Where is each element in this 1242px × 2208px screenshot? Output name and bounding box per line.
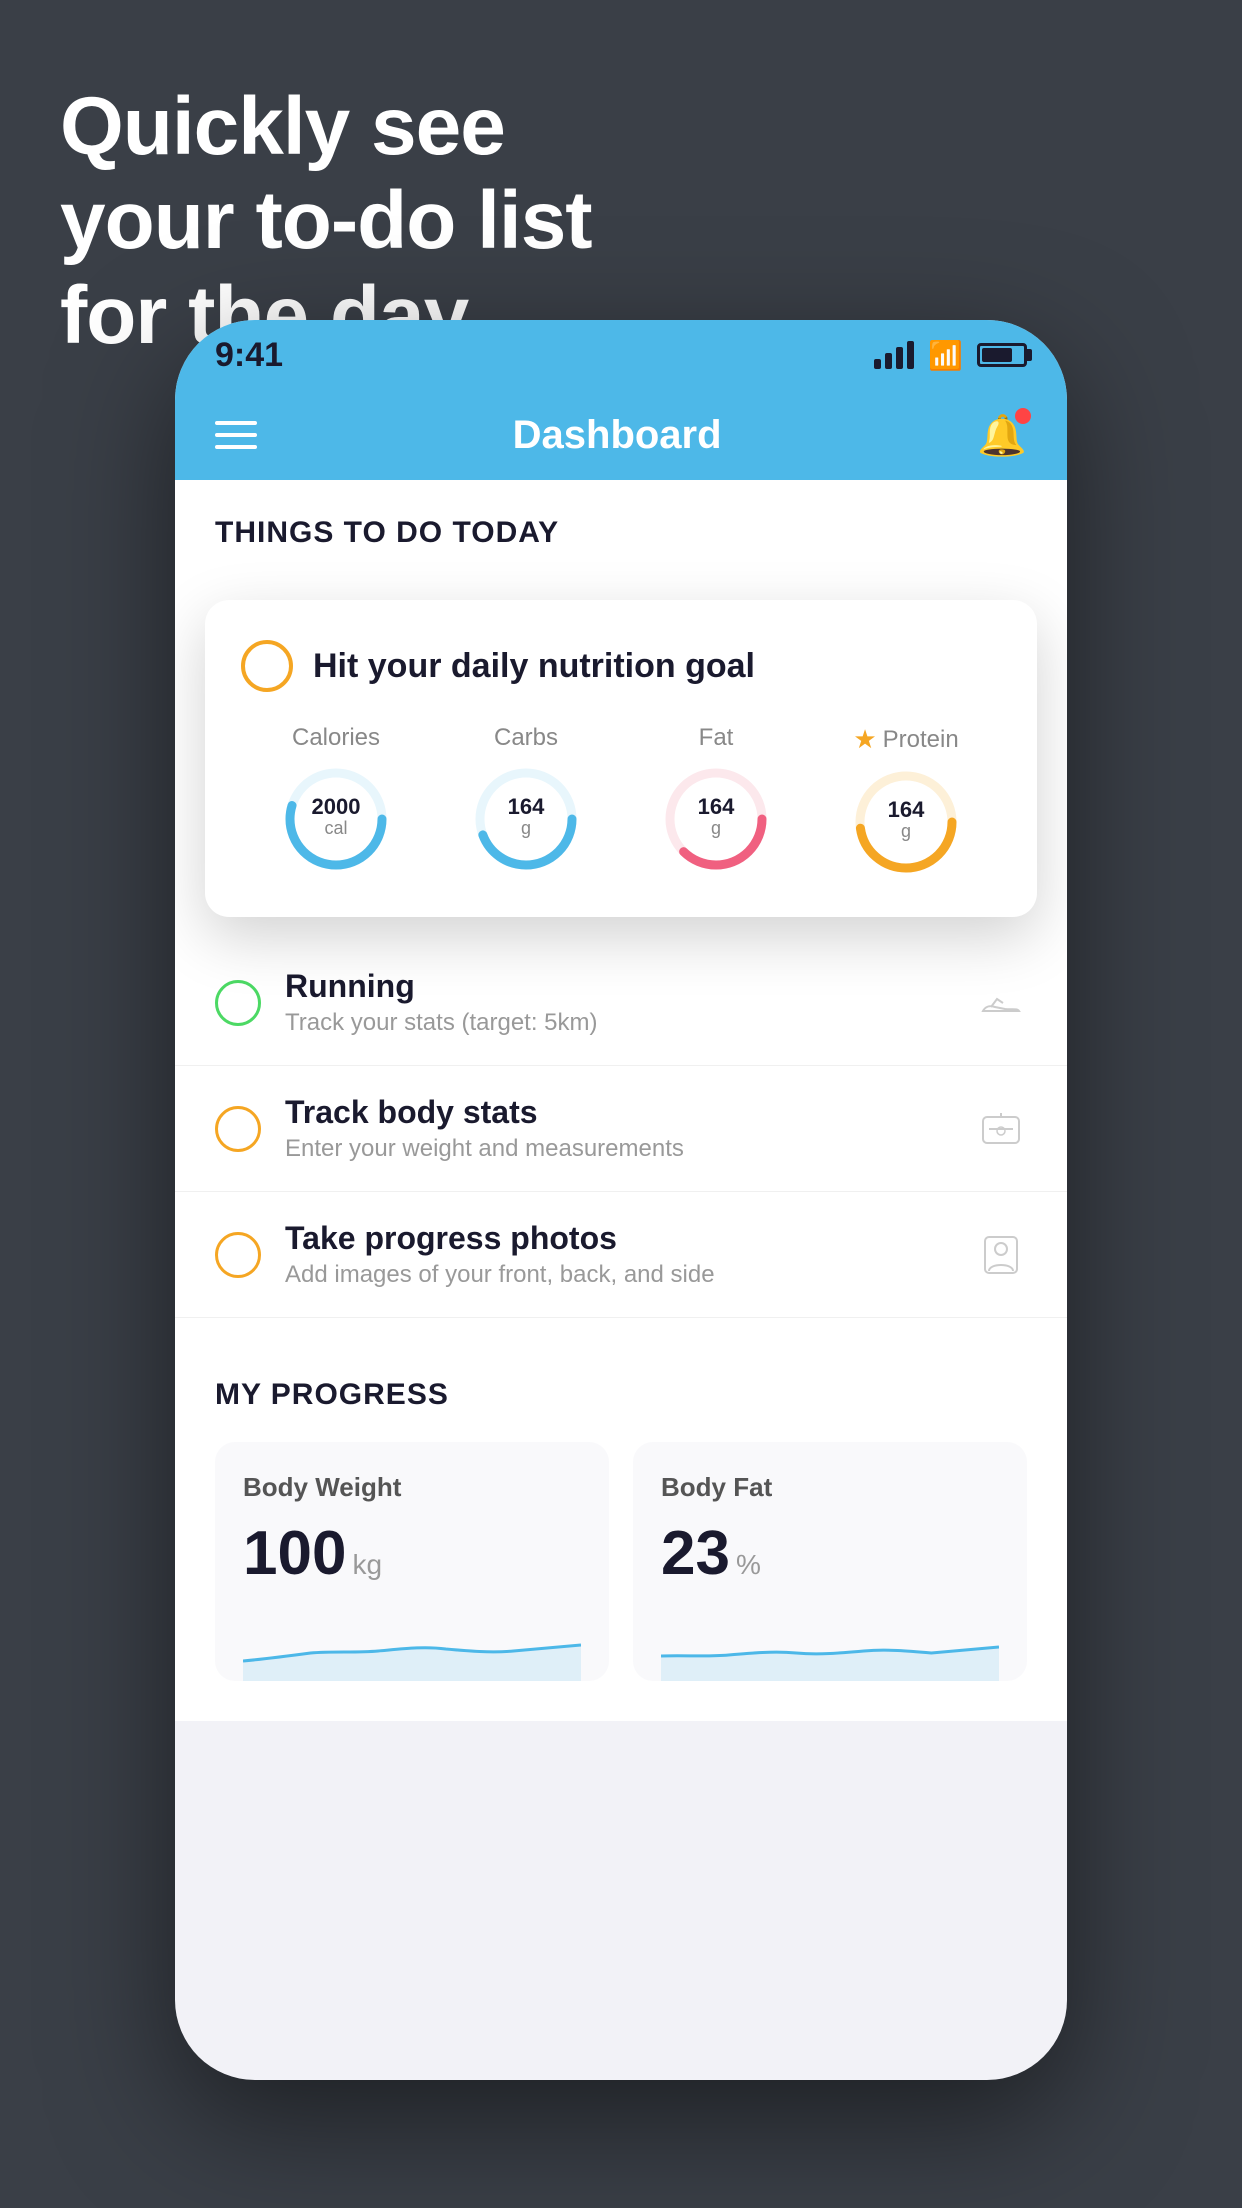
main-content: THINGS TO DO TODAY Hit your daily nutrit…	[175, 480, 1067, 1721]
todo-list: Running Track your stats (target: 5km) T…	[175, 940, 1067, 1318]
protein-ring: 164 g	[851, 767, 961, 877]
body-stats-subtitle: Enter your weight and measurements	[285, 1135, 951, 1163]
phone-frame: 9:41 📶 Dashboard 🔔 THINGS TO DO TODAY	[175, 320, 1067, 2080]
scale-icon	[975, 1103, 1027, 1155]
carbs-label: Carbs	[494, 724, 558, 752]
headline-line1: Quickly see	[60, 81, 505, 172]
body-fat-value: 23%	[661, 1523, 999, 1585]
fat-label: Fat	[699, 724, 734, 752]
progress-photos-text: Take progress photos Add images of your …	[285, 1220, 951, 1289]
carbs-item: Carbs 164 g	[471, 724, 581, 874]
svg-text:g: g	[901, 821, 911, 841]
svg-text:g: g	[711, 818, 721, 838]
notification-dot	[1015, 408, 1031, 424]
svg-text:164: 164	[508, 794, 545, 819]
body-stats-circle-check	[215, 1106, 261, 1152]
nutrition-circles: Calories 2000 cal Carbs 164 g	[241, 724, 1001, 877]
progress-header: MY PROGRESS	[215, 1378, 1027, 1412]
body-weight-title: Body Weight	[243, 1472, 581, 1503]
nutrition-card-title: Hit your daily nutrition goal	[313, 647, 755, 686]
body-weight-unit: kg	[352, 1549, 382, 1580]
carbs-ring: 164 g	[471, 764, 581, 874]
svg-text:2000: 2000	[312, 794, 361, 819]
status-time: 9:41	[215, 336, 283, 375]
headline-line2: your to-do list	[60, 175, 592, 266]
protein-item: ★ Protein 164 g	[851, 724, 961, 877]
progress-section: MY PROGRESS Body Weight 100kg	[175, 1338, 1067, 1721]
body-fat-unit: %	[736, 1549, 761, 1580]
todo-item-progress-photos[interactable]: Take progress photos Add images of your …	[175, 1192, 1067, 1318]
progress-photos-circle-check	[215, 1232, 261, 1278]
person-icon	[975, 1229, 1027, 1281]
body-fat-title: Body Fat	[661, 1472, 999, 1503]
progress-cards: Body Weight 100kg Body Fat	[215, 1442, 1027, 1681]
running-text: Running Track your stats (target: 5km)	[285, 968, 951, 1037]
running-circle-check	[215, 980, 261, 1026]
star-icon: ★	[853, 724, 876, 755]
fat-item: Fat 164 g	[661, 724, 771, 874]
body-weight-value: 100kg	[243, 1523, 581, 1585]
calories-ring: 2000 cal	[281, 764, 391, 874]
calories-item: Calories 2000 cal	[281, 724, 391, 874]
nav-title: Dashboard	[513, 413, 722, 458]
running-title: Running	[285, 968, 951, 1005]
fat-ring: 164 g	[661, 764, 771, 874]
body-fat-card: Body Fat 23%	[633, 1442, 1027, 1681]
body-weight-card: Body Weight 100kg	[215, 1442, 609, 1681]
things-to-do-header: THINGS TO DO TODAY	[175, 480, 1067, 570]
svg-text:164: 164	[698, 794, 735, 819]
body-weight-chart	[243, 1601, 581, 1681]
nutrition-card: Hit your daily nutrition goal Calories 2…	[205, 600, 1037, 917]
running-subtitle: Track your stats (target: 5km)	[285, 1009, 951, 1037]
battery-icon	[977, 343, 1027, 367]
calories-label: Calories	[292, 724, 380, 752]
svg-text:cal: cal	[324, 818, 347, 838]
body-fat-chart	[661, 1601, 999, 1681]
body-stats-text: Track body stats Enter your weight and m…	[285, 1094, 951, 1163]
nutrition-circle-check[interactable]	[241, 640, 293, 692]
progress-photos-title: Take progress photos	[285, 1220, 951, 1257]
nav-bar: Dashboard 🔔	[175, 390, 1067, 480]
protein-label: ★ Protein	[853, 724, 958, 755]
signal-bars-icon	[874, 341, 914, 369]
status-bar: 9:41 📶	[175, 320, 1067, 390]
progress-photos-subtitle: Add images of your front, back, and side	[285, 1261, 951, 1289]
bell-icon[interactable]: 🔔	[977, 412, 1027, 459]
todo-item-running[interactable]: Running Track your stats (target: 5km)	[175, 940, 1067, 1066]
svg-text:g: g	[521, 818, 531, 838]
status-icons: 📶	[874, 339, 1027, 372]
shoe-icon	[975, 977, 1027, 1029]
card-title-row: Hit your daily nutrition goal	[241, 640, 1001, 692]
wifi-icon: 📶	[928, 339, 963, 372]
body-stats-title: Track body stats	[285, 1094, 951, 1131]
todo-item-body-stats[interactable]: Track body stats Enter your weight and m…	[175, 1066, 1067, 1192]
svg-text:164: 164	[888, 797, 925, 822]
hamburger-menu-button[interactable]	[215, 421, 257, 449]
